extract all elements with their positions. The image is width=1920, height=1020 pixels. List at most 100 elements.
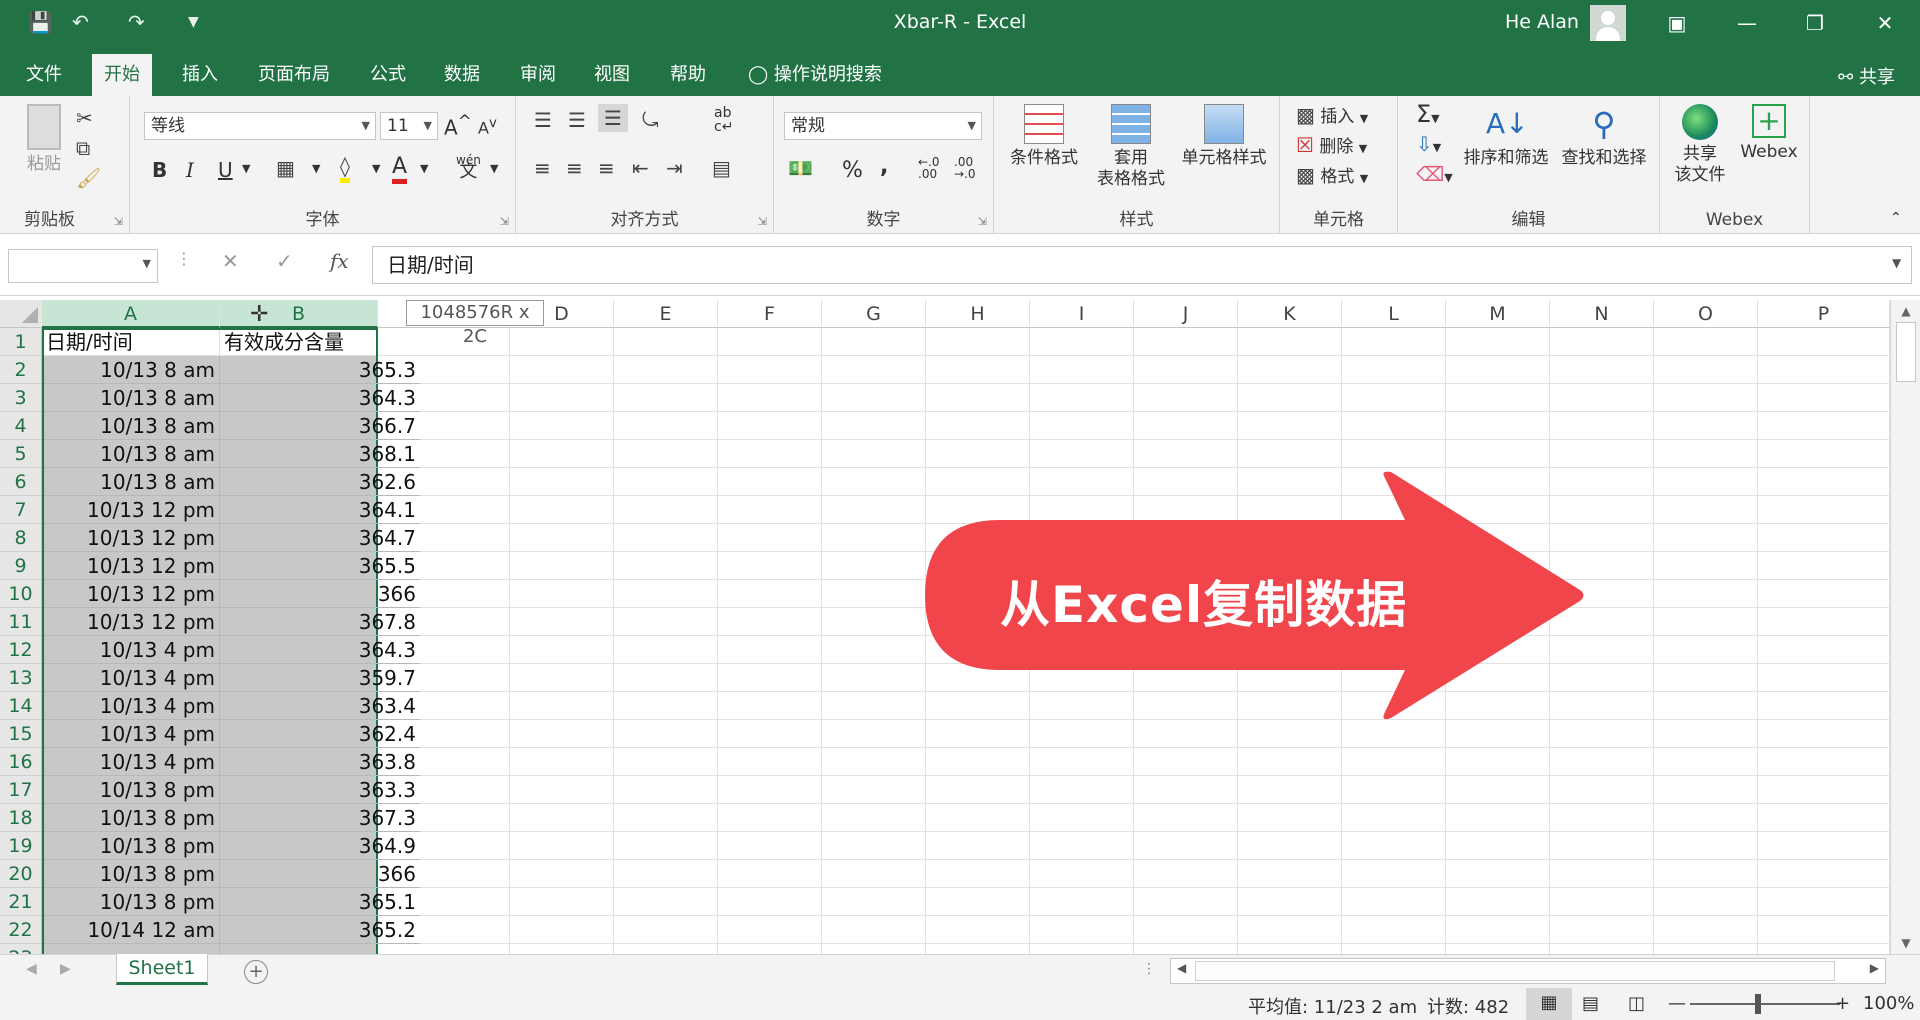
empty-cell[interactable] bbox=[1758, 384, 1890, 412]
empty-cell[interactable] bbox=[1654, 440, 1758, 468]
percent-button[interactable]: % bbox=[842, 158, 863, 183]
empty-cell[interactable] bbox=[1758, 608, 1890, 636]
empty-cell[interactable] bbox=[510, 860, 614, 888]
empty-cell[interactable] bbox=[1758, 748, 1890, 776]
table-cell[interactable]: 362.4 bbox=[220, 720, 420, 748]
empty-cell[interactable] bbox=[510, 440, 614, 468]
empty-cell[interactable] bbox=[1342, 328, 1446, 356]
table-cell[interactable]: 365.1 bbox=[220, 888, 420, 916]
align-bottom-icon[interactable]: ☰ bbox=[598, 104, 628, 132]
empty-cell[interactable] bbox=[1758, 328, 1890, 356]
empty-cell[interactable] bbox=[1134, 860, 1238, 888]
chevron-down-icon[interactable]: ▼ bbox=[242, 162, 250, 175]
enter-icon[interactable]: ✓ bbox=[276, 249, 293, 273]
merge-center-icon[interactable]: ▤ bbox=[712, 156, 731, 180]
table-cell[interactable]: 362.6 bbox=[220, 468, 420, 496]
empty-cell[interactable] bbox=[1654, 748, 1758, 776]
empty-cell[interactable] bbox=[1238, 804, 1342, 832]
empty-cell[interactable] bbox=[614, 832, 718, 860]
table-cell[interactable]: 10/13 8 pm bbox=[42, 804, 220, 832]
empty-cell[interactable] bbox=[510, 916, 614, 944]
conditional-format-button[interactable]: 条件格式 bbox=[1002, 104, 1086, 169]
cell-styles-button[interactable]: 单元格样式 bbox=[1174, 104, 1274, 169]
empty-cell[interactable] bbox=[1446, 748, 1550, 776]
empty-cell[interactable] bbox=[1446, 888, 1550, 916]
column-header-h[interactable]: H bbox=[926, 300, 1030, 328]
row-header[interactable]: 6 bbox=[0, 468, 42, 496]
empty-cell[interactable] bbox=[510, 412, 614, 440]
table-cell[interactable]: 10/13 8 pm bbox=[42, 776, 220, 804]
empty-cell[interactable] bbox=[1134, 748, 1238, 776]
empty-cell[interactable] bbox=[614, 692, 718, 720]
empty-cell[interactable] bbox=[1030, 804, 1134, 832]
empty-cell[interactable] bbox=[614, 440, 718, 468]
empty-cell[interactable] bbox=[718, 692, 822, 720]
share-file-button[interactable]: 共享 该文件 bbox=[1664, 104, 1736, 186]
empty-cell[interactable] bbox=[822, 412, 926, 440]
empty-cell[interactable] bbox=[1446, 384, 1550, 412]
empty-cell[interactable] bbox=[1342, 748, 1446, 776]
empty-cell[interactable] bbox=[1758, 440, 1890, 468]
column-header-a[interactable]: A bbox=[42, 300, 220, 328]
increase-indent-icon[interactable]: ⇥ bbox=[666, 156, 683, 180]
empty-cell[interactable] bbox=[510, 776, 614, 804]
tab-data[interactable]: 数据 bbox=[432, 54, 492, 96]
empty-cell[interactable] bbox=[822, 524, 926, 552]
empty-cell[interactable] bbox=[822, 608, 926, 636]
row-header[interactable]: 18 bbox=[0, 804, 42, 832]
empty-cell[interactable] bbox=[1134, 776, 1238, 804]
empty-cell[interactable] bbox=[510, 552, 614, 580]
empty-cell[interactable] bbox=[1758, 944, 1890, 954]
add-sheet-button[interactable]: + bbox=[244, 960, 268, 984]
delete-cells-button[interactable]: ☒ 删除 ▼ bbox=[1296, 132, 1367, 157]
table-cell[interactable]: 363.4 bbox=[220, 692, 420, 720]
empty-cell[interactable] bbox=[614, 804, 718, 832]
empty-cell[interactable] bbox=[1550, 804, 1654, 832]
zoom-slider[interactable] bbox=[1690, 1003, 1840, 1005]
find-select-button[interactable]: ⚲ 查找和选择 bbox=[1554, 104, 1654, 169]
shrink-font-button[interactable]: Av bbox=[478, 116, 497, 137]
empty-cell[interactable] bbox=[1654, 664, 1758, 692]
font-size-select[interactable]: 11 ▼ bbox=[380, 112, 438, 140]
empty-cell[interactable] bbox=[1342, 888, 1446, 916]
empty-cell[interactable] bbox=[718, 440, 822, 468]
empty-cell[interactable] bbox=[1654, 608, 1758, 636]
chevron-down-icon[interactable]: ▼ bbox=[420, 162, 428, 175]
empty-cell[interactable] bbox=[1342, 412, 1446, 440]
empty-cell[interactable] bbox=[614, 580, 718, 608]
empty-cell[interactable] bbox=[718, 720, 822, 748]
column-header-n[interactable]: N bbox=[1550, 300, 1654, 328]
empty-cell[interactable] bbox=[926, 888, 1030, 916]
empty-cell[interactable] bbox=[822, 916, 926, 944]
empty-cell[interactable] bbox=[1342, 832, 1446, 860]
empty-cell[interactable] bbox=[718, 944, 822, 954]
empty-cell[interactable] bbox=[1342, 384, 1446, 412]
align-left-icon[interactable]: ≡ bbox=[534, 156, 551, 180]
prev-sheet-icon[interactable]: ◀ bbox=[26, 961, 37, 977]
empty-cell[interactable] bbox=[1758, 636, 1890, 664]
table-cell[interactable]: 10/13 8 pm bbox=[42, 888, 220, 916]
empty-cell[interactable] bbox=[1238, 356, 1342, 384]
table-cell[interactable]: 364.3 bbox=[220, 636, 420, 664]
table-cell[interactable]: 366.7 bbox=[220, 412, 420, 440]
align-top-icon[interactable]: ☰ bbox=[534, 108, 552, 132]
empty-cell[interactable] bbox=[510, 748, 614, 776]
empty-cell[interactable] bbox=[614, 944, 718, 954]
empty-cell[interactable] bbox=[1030, 832, 1134, 860]
empty-cell[interactable] bbox=[822, 804, 926, 832]
empty-cell[interactable] bbox=[614, 636, 718, 664]
empty-cell[interactable] bbox=[614, 748, 718, 776]
empty-cell[interactable] bbox=[42, 944, 220, 954]
table-cell[interactable]: 10/13 4 pm bbox=[42, 720, 220, 748]
empty-cell[interactable] bbox=[1758, 692, 1890, 720]
table-cell[interactable]: 366 bbox=[220, 580, 420, 608]
tab-insert[interactable]: 插入 bbox=[170, 54, 230, 96]
empty-cell[interactable] bbox=[510, 608, 614, 636]
empty-cell[interactable] bbox=[1238, 384, 1342, 412]
empty-cell[interactable] bbox=[718, 356, 822, 384]
column-header-m[interactable]: M bbox=[1446, 300, 1550, 328]
empty-cell[interactable] bbox=[926, 804, 1030, 832]
select-all-button[interactable] bbox=[0, 300, 42, 328]
empty-cell[interactable] bbox=[510, 664, 614, 692]
row-header[interactable]: 14 bbox=[0, 692, 42, 720]
